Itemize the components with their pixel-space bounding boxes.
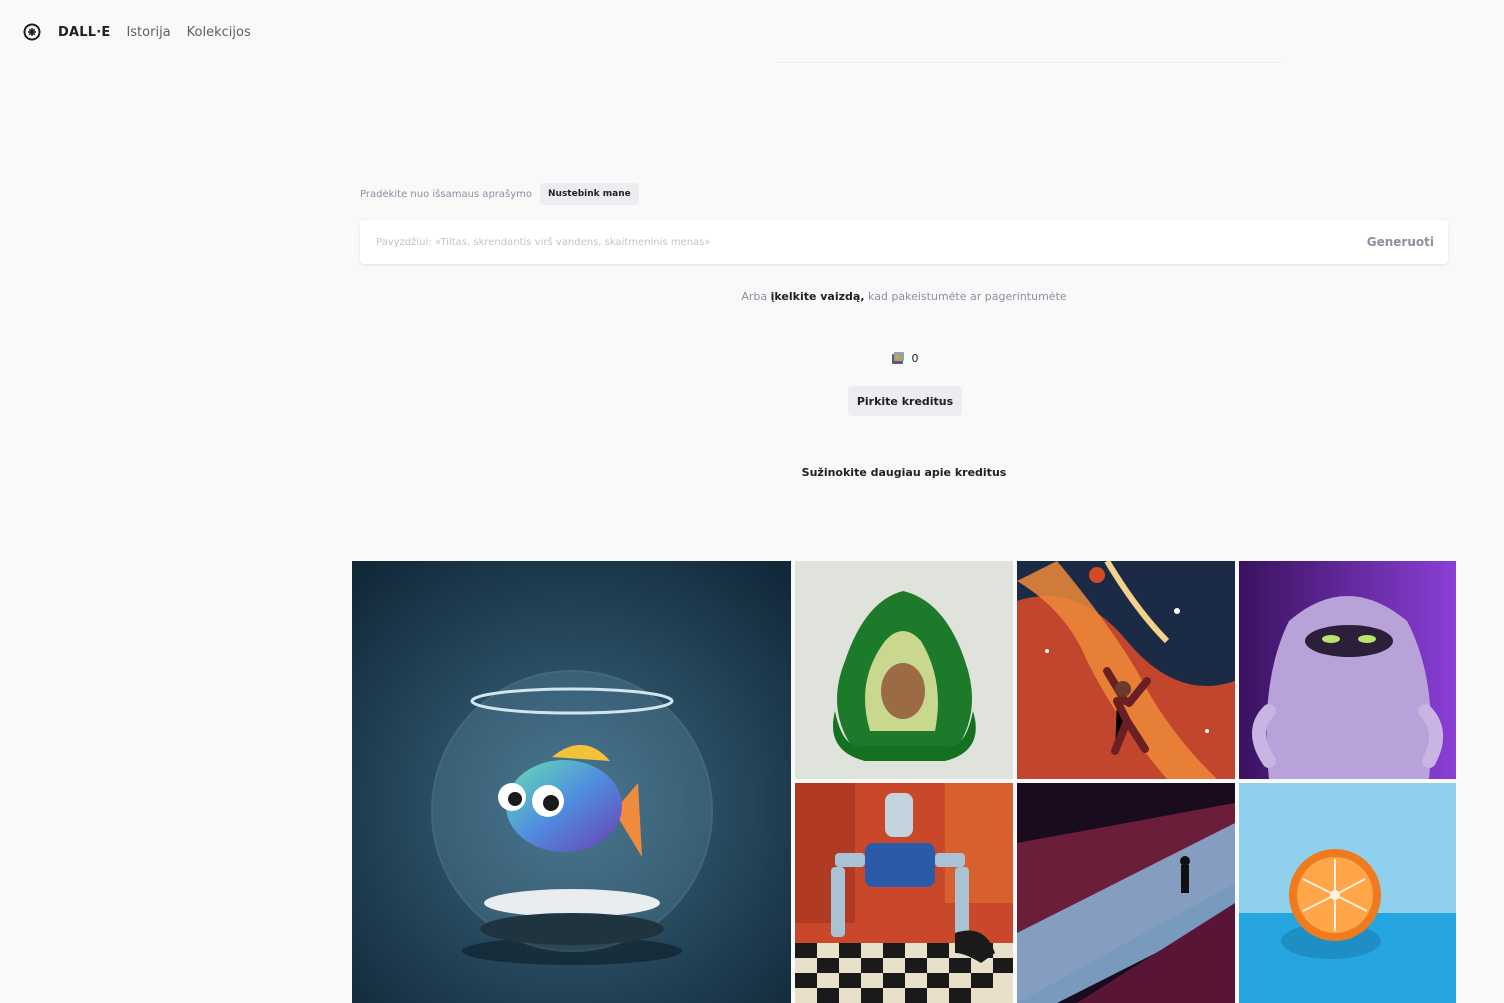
gallery-image-orange-half[interactable] bbox=[1239, 783, 1456, 1003]
prompt-input[interactable] bbox=[374, 235, 1355, 249]
gallery-image-robot-chess[interactable] bbox=[795, 783, 1013, 1003]
credits-counter: 0 bbox=[360, 350, 1448, 366]
nav-history[interactable]: Istorija bbox=[126, 25, 170, 40]
gallery-image-fishbowl[interactable] bbox=[352, 561, 791, 1003]
credit-count: 0 bbox=[911, 351, 919, 365]
brand-name[interactable]: DALL·E bbox=[58, 25, 110, 40]
header-divider bbox=[776, 62, 1284, 63]
upload-image-link[interactable]: įkelkite vaizdą, bbox=[771, 290, 865, 303]
example-gallery bbox=[352, 561, 1456, 1003]
gallery-image-light-corridor[interactable] bbox=[1017, 783, 1235, 1003]
upload-line: Arba įkelkite vaizdą, kad pakeistumėte a… bbox=[360, 290, 1448, 303]
prompt-header: Pradėkite nuo išsamaus aprašymo Nustebin… bbox=[360, 180, 1448, 208]
surprise-me-button[interactable]: Nustebink mane bbox=[540, 183, 639, 205]
prompt-hint: Pradėkite nuo išsamaus aprašymo bbox=[360, 188, 533, 200]
gallery-image-space-basketball[interactable] bbox=[1017, 561, 1235, 779]
nav-collections[interactable]: Kolekcijos bbox=[187, 25, 251, 40]
top-bar: DALL·E Istorija Kolekcijos bbox=[0, 0, 1504, 64]
learn-more-credits-link[interactable]: Sužinokite daugiau apie kreditus bbox=[360, 466, 1448, 479]
buy-credits-button[interactable]: Pirkite kreditus bbox=[848, 386, 962, 416]
upload-suffix: kad pakeistumėte ar pagerintumėte bbox=[868, 290, 1067, 303]
credit-icon bbox=[890, 350, 906, 366]
prompt-box: Generuoti bbox=[360, 220, 1448, 264]
openai-logo-icon[interactable] bbox=[22, 22, 42, 42]
prompt-section: Pradėkite nuo išsamaus aprašymo Nustebin… bbox=[360, 180, 1448, 264]
generate-button[interactable]: Generuoti bbox=[1367, 235, 1434, 249]
upload-prefix: Arba bbox=[741, 290, 768, 303]
gallery-image-purple-monster[interactable] bbox=[1239, 561, 1456, 779]
gallery-image-avocado-chair[interactable] bbox=[795, 561, 1013, 779]
